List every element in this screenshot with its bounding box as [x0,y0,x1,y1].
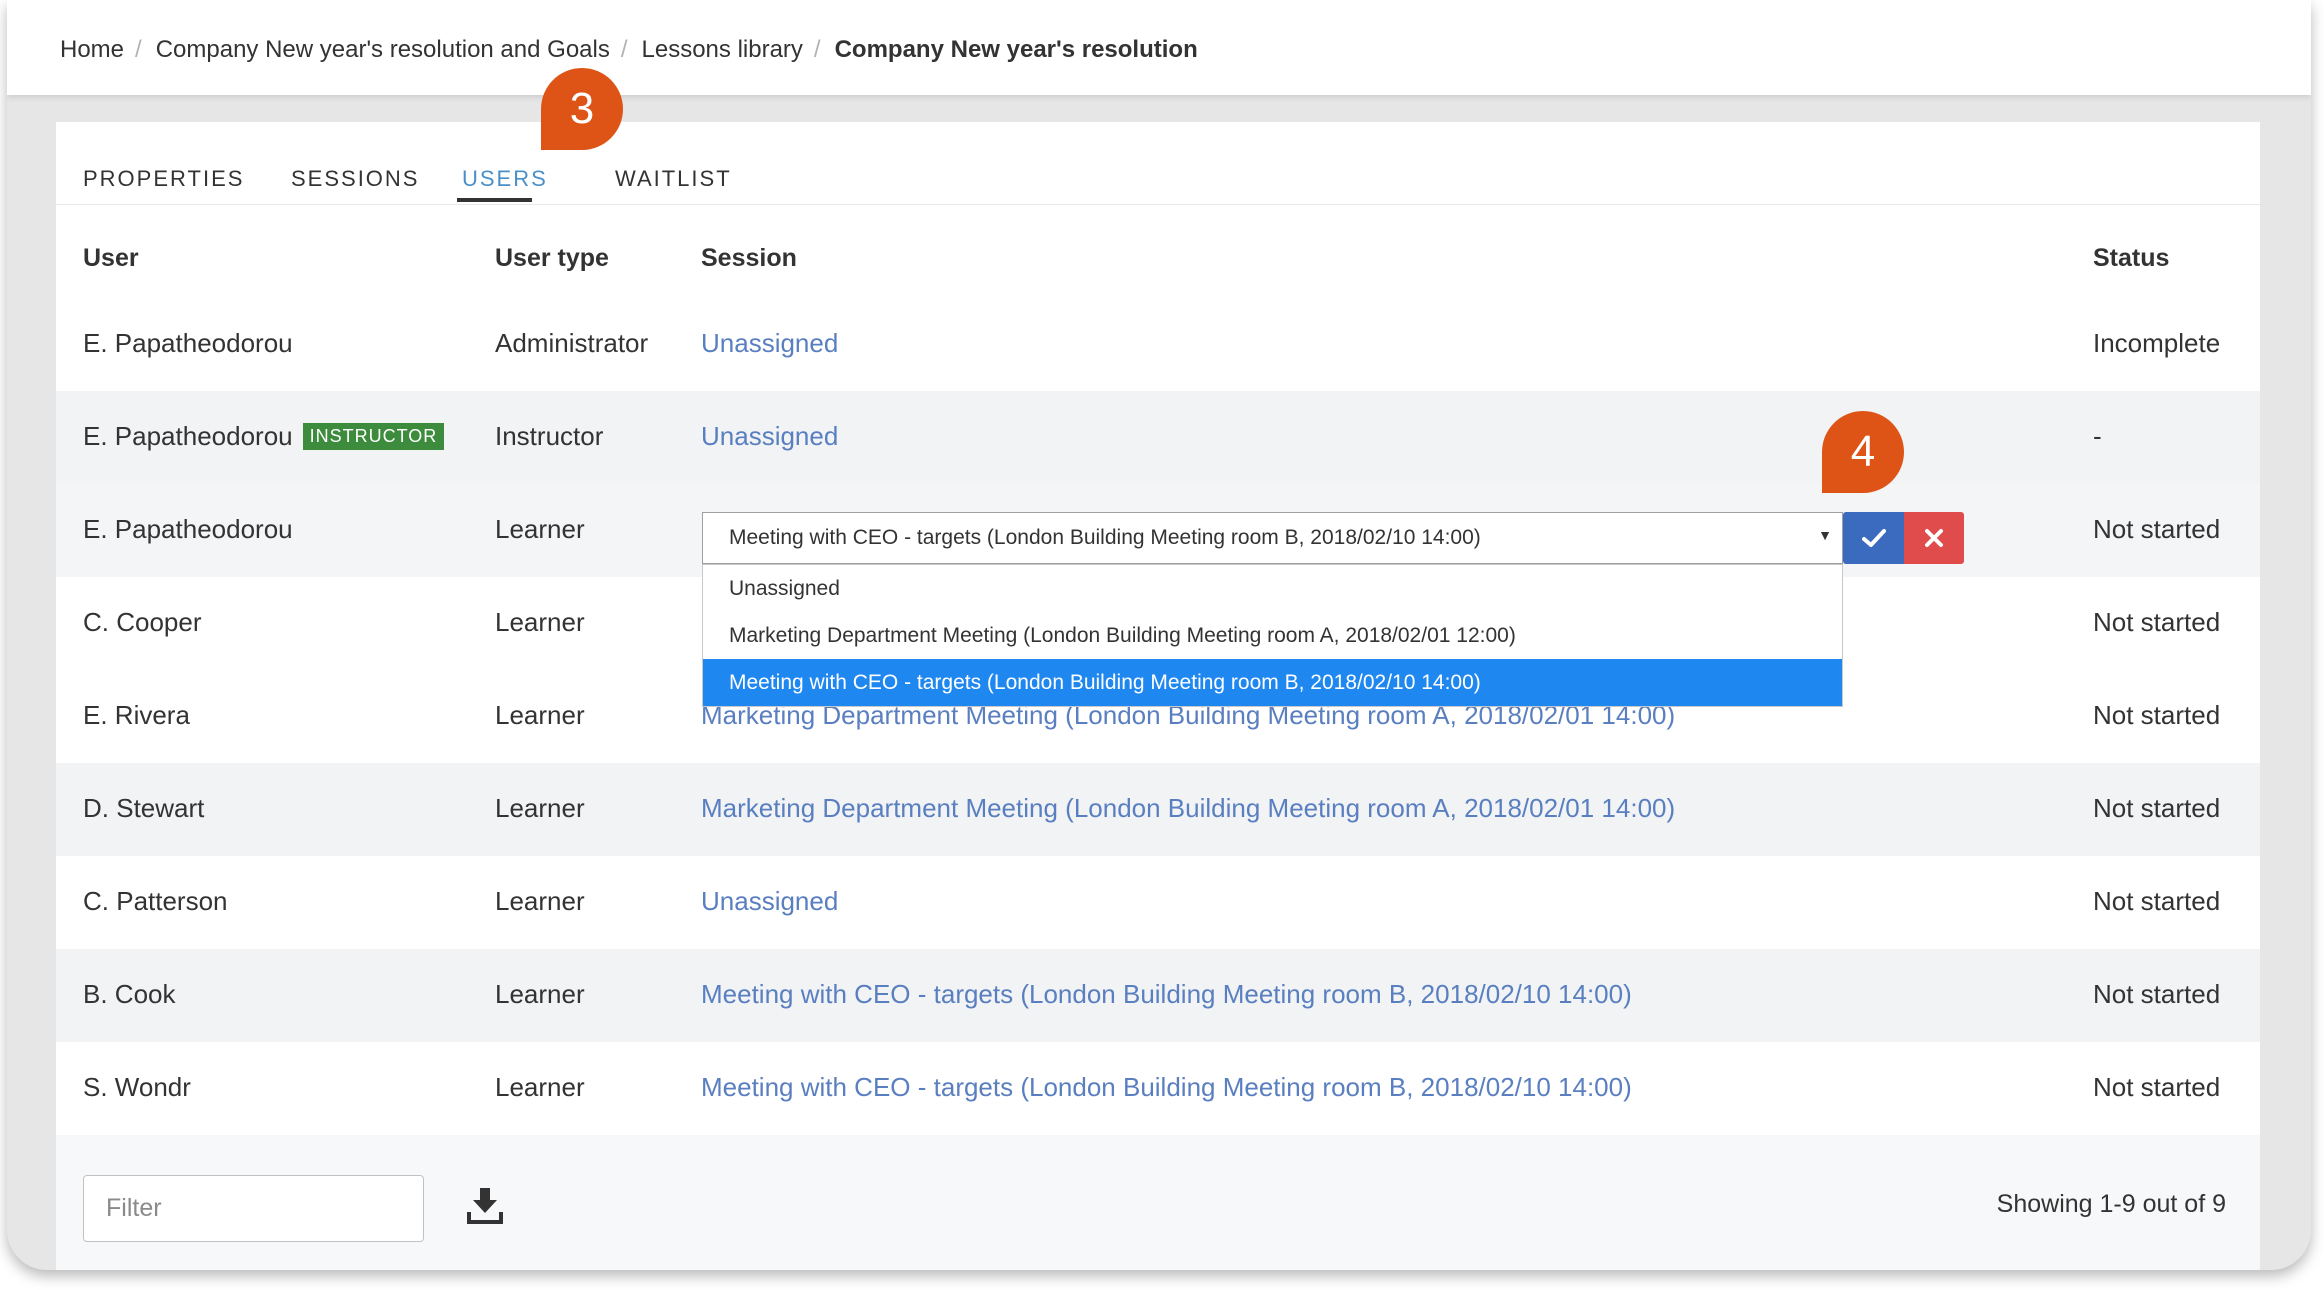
column-header-user[interactable]: User [83,244,139,273]
chevron-down-icon[interactable]: ▼ [1818,527,1832,543]
column-header-status[interactable]: Status [2093,244,2169,273]
table-header: User User type Session Status [56,204,2260,298]
app-frame: Home / Company New year's resolution and… [7,0,2311,1270]
status-text: Not started [2093,1072,2221,1102]
user-name: C. Cooper [83,607,202,637]
cancel-session-button[interactable] [1904,512,1964,564]
table-row: E. Papatheodorou INSTRUCTOR Instructor Un… [56,391,2260,484]
annotation-marker-3: 3 [541,68,623,150]
user-name: S. Wondr [83,1072,191,1102]
tab-users[interactable]: USERS [462,166,548,192]
session-link[interactable]: Unassigned [701,421,838,452]
session-link[interactable]: Meeting with CEO - targets (London Build… [701,979,1632,1010]
user-name: E. Papatheodorou [83,514,293,544]
marker-number: 4 [1850,427,1876,476]
breadcrumb: Home / Company New year's resolution and… [60,34,1198,66]
table-row: E. Papatheodorou Administrator Unassigne… [56,298,2260,391]
session-dropdown-list: Unassigned Marketing Department Meeting … [702,564,1843,707]
user-name: E. Papatheodorou [83,328,293,358]
download-icon[interactable] [467,1185,503,1225]
user-cell: E. Papatheodorou INSTRUCTOR [83,421,445,452]
table-row: C. Patterson Learner Unassigned Not star… [56,856,2260,949]
user-type: Administrator [495,328,649,358]
session-option-selected[interactable]: Meeting with CEO - targets (London Build… [703,659,1842,706]
session-option[interactable]: Marketing Department Meeting (London Bui… [703,612,1842,659]
marker-number: 3 [569,84,595,133]
status-text: Not started [2093,607,2221,637]
user-type: Instructor [495,421,604,451]
column-header-session[interactable]: Session [701,244,797,273]
session-link[interactable]: Unassigned [701,886,838,917]
status-text: Not started [2093,979,2221,1009]
breadcrumb-home[interactable]: Home [60,36,124,64]
users-panel: PROPERTIES SESSIONS USERS WAITLIST User … [56,122,2260,1270]
session-link[interactable]: Meeting with CEO - targets (London Build… [701,1072,1632,1103]
filter-input[interactable] [83,1175,424,1242]
session-select[interactable]: Meeting with CEO - targets (London Build… [702,512,1843,564]
instructor-badge: INSTRUCTOR [302,423,445,450]
session-option-label: Marketing Department Meeting (London Bui… [729,624,1516,647]
tab-waitlist[interactable]: WAITLIST [615,166,732,192]
close-icon [1925,529,1943,547]
breadcrumb-separator: / [135,36,142,63]
breadcrumb-lessons-library[interactable]: Lessons library [642,36,803,64]
user-name: E. Papatheodorou [83,421,293,451]
user-type: Learner [495,1072,585,1102]
top-bar: Home / Company New year's resolution and… [7,0,2311,95]
table-row: D. Stewart Learner Marketing Department … [56,763,2260,856]
tab-properties[interactable]: PROPERTIES [83,166,244,192]
status-text: Not started [2093,514,2221,544]
status-text: Incomplete [2093,328,2221,358]
user-name: E. Rivera [83,700,190,730]
session-option-label: Meeting with CEO - targets (London Build… [729,671,1481,694]
user-type: Learner [495,886,585,916]
status-text: Not started [2093,793,2221,823]
user-type: Learner [495,979,585,1009]
session-link[interactable]: Marketing Department Meeting (London Bui… [701,793,1675,824]
status-text: Not started [2093,886,2221,916]
tab-sessions[interactable]: SESSIONS [291,166,419,192]
user-type: Learner [495,793,585,823]
table-row: B. Cook Learner Meeting with CEO - targe… [56,949,2260,1042]
user-name: B. Cook [83,979,176,1009]
breadcrumb-course[interactable]: Company New year's resolution and Goals [156,36,610,64]
user-type: Learner [495,700,585,730]
status-text: - [2093,421,2102,451]
session-option-label: Unassigned [729,577,840,600]
table-row: S. Wondr Learner Meeting with CEO - targ… [56,1042,2260,1135]
user-type: Learner [495,607,585,637]
session-select-value: Meeting with CEO - targets (London Build… [729,526,1481,549]
pagination-summary: Showing 1-9 out of 9 [1996,1190,2226,1218]
user-name: D. Stewart [83,793,205,823]
status-text: Not started [2093,700,2221,730]
session-option[interactable]: Unassigned [703,565,1842,612]
confirm-session-button[interactable] [1843,512,1904,564]
user-type: Learner [495,514,585,544]
check-icon [1861,529,1886,547]
breadcrumb-separator: / [813,36,821,63]
annotation-marker-4: 4 [1822,411,1904,493]
breadcrumb-current: Company New year's resolution [834,36,1198,63]
user-name: C. Patterson [83,886,228,916]
session-link[interactable]: Unassigned [701,328,838,359]
column-header-user-type[interactable]: User type [495,244,609,273]
breadcrumb-separator: / [620,36,628,63]
active-tab-indicator [457,198,532,202]
tab-bar: PROPERTIES SESSIONS USERS WAITLIST [56,122,2260,205]
